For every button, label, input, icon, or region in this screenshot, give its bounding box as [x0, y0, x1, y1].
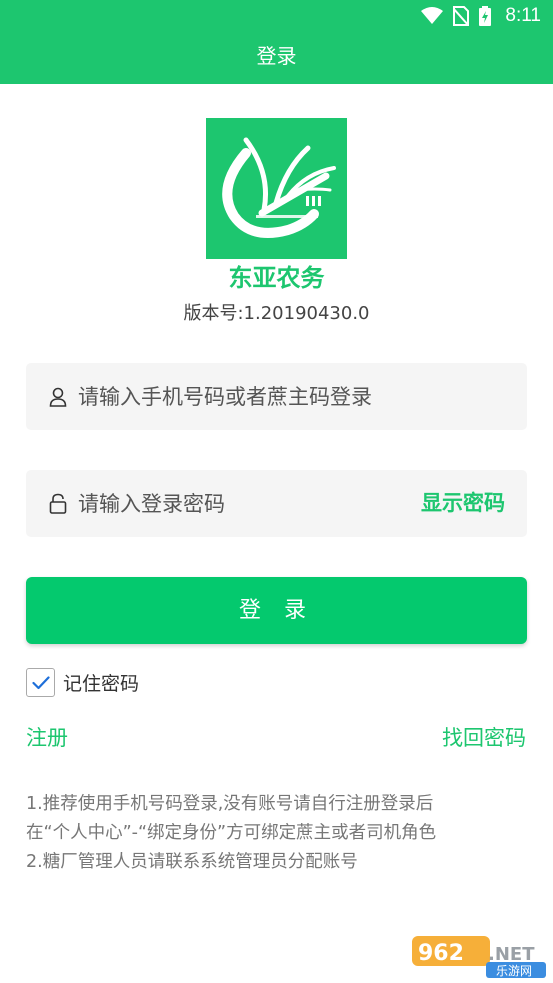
remember-password[interactable]: 记住密码	[26, 668, 139, 697]
page-title: 登录	[256, 44, 297, 68]
app-version: 版本号:1.20190430.0	[183, 303, 370, 324]
svg-text:乐游网: 乐游网	[496, 964, 532, 978]
note-line: 1.推荐使用手机号码登录,没有账号请自行注册登录后	[26, 794, 434, 814]
password-field[interactable]: 显示密码	[26, 470, 527, 537]
svg-text:962: 962	[418, 941, 464, 966]
register-link[interactable]: 注册	[26, 722, 68, 754]
battery-charging-icon	[479, 6, 492, 26]
app-name: 东亚农务	[228, 264, 325, 292]
forgot-password-link[interactable]: 找回密码	[442, 722, 526, 754]
site-watermark-logo: 962 .NET 乐游网	[412, 932, 547, 978]
top-bar: 8:11 登录	[0, 0, 553, 84]
status-time: 8:11	[505, 5, 541, 26]
svg-text:.NET: .NET	[488, 944, 535, 965]
remember-label: 记住密码	[63, 673, 140, 695]
no-sim-icon	[453, 6, 470, 26]
lock-icon	[48, 493, 68, 515]
show-password-toggle[interactable]: 显示密码	[421, 470, 505, 537]
status-bar: 8:11	[0, 0, 553, 32]
note-line: 2.糖厂管理人员请联系系统管理员分配账号	[26, 852, 358, 872]
login-button[interactable]: 登 录	[26, 577, 527, 644]
phone-field[interactable]	[26, 363, 527, 430]
note-line: 在“个人中心”-“绑定身份”方可绑定蔗主或者司机角色	[26, 823, 437, 843]
app-logo	[206, 118, 347, 259]
phone-input[interactable]	[78, 376, 527, 417]
wifi-icon	[421, 7, 444, 25]
login-notes: 1.推荐使用手机号码登录,没有账号请自行注册登录后 在“个人中心”-“绑定身份”…	[26, 790, 436, 877]
user-icon	[48, 386, 68, 408]
checkmark-icon	[31, 675, 50, 689]
remember-checkbox[interactable]	[26, 668, 55, 697]
